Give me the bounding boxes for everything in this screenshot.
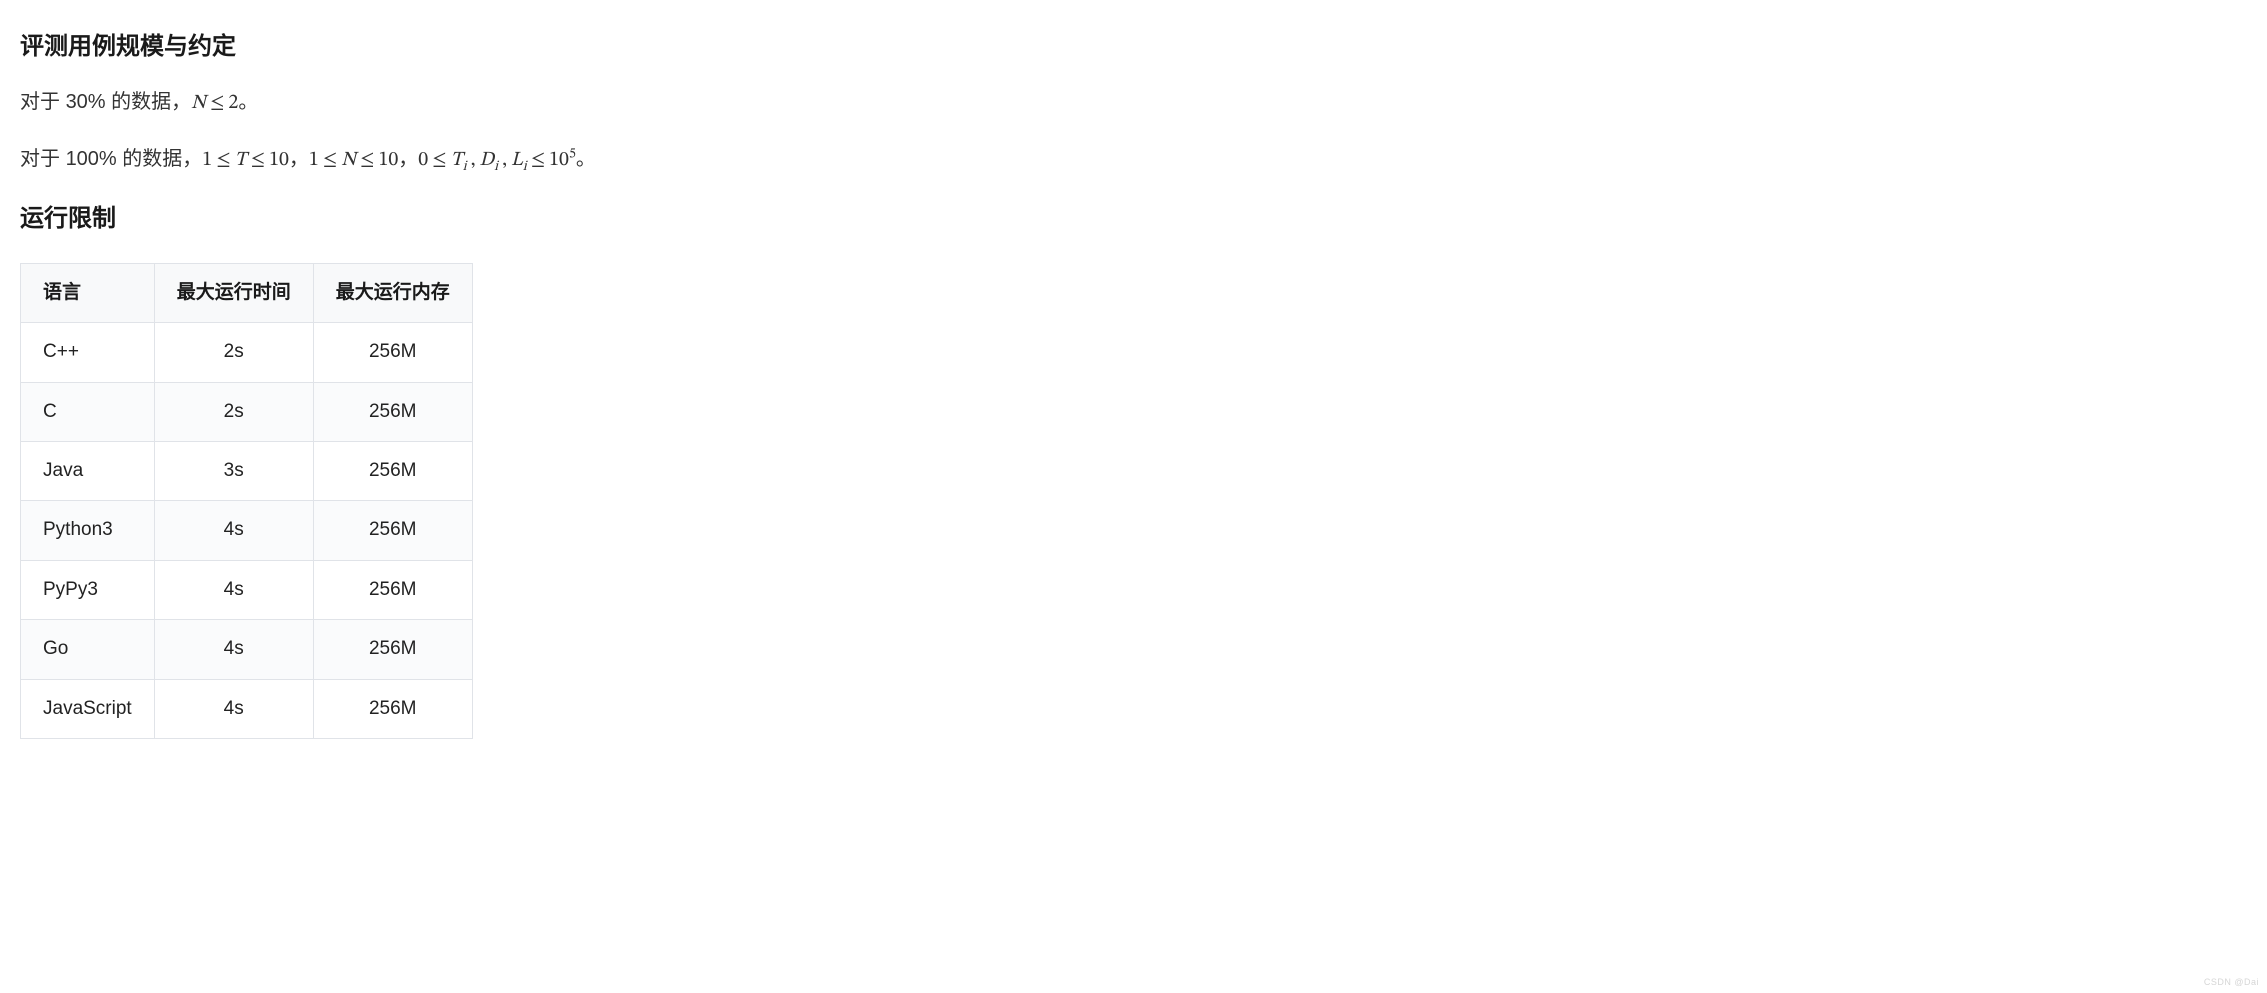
op: ≤ xyxy=(247,150,269,170)
text: 。 xyxy=(576,148,596,170)
percent: 100% xyxy=(66,148,117,170)
table-row: Java 3s 256M xyxy=(21,441,473,500)
constraint-line-100: 对于 100% 的数据，1≤T≤10，1≤N≤10，0≤Ti,Di,Li≤105… xyxy=(20,143,2247,176)
cell-time: 4s xyxy=(154,620,313,679)
text: ， xyxy=(289,148,309,170)
num: 10 xyxy=(378,150,398,170)
table-row: PyPy3 4s 256M xyxy=(21,560,473,619)
table-row: Go 4s 256M xyxy=(21,620,473,679)
cell-lang: C xyxy=(21,382,155,441)
cell-lang: Java xyxy=(21,441,155,500)
text: 的数据， xyxy=(106,91,192,113)
cell-mem: 256M xyxy=(313,382,472,441)
section-heading-limits: 运行限制 xyxy=(20,200,2247,238)
text: 对于 xyxy=(20,91,66,113)
cell-time: 3s xyxy=(154,441,313,500)
section-heading-constraints: 评测用例规模与约定 xyxy=(20,28,2247,66)
table-row: JavaScript 4s 256M xyxy=(21,679,473,738)
table-row: C 2s 256M xyxy=(21,382,473,441)
cell-lang: JavaScript xyxy=(21,679,155,738)
cell-lang: C++ xyxy=(21,323,155,382)
var: N xyxy=(341,150,356,170)
var: T xyxy=(235,150,247,170)
op: ≤ xyxy=(356,150,378,170)
math-expr: N≤2 xyxy=(191,93,238,113)
comma: , xyxy=(467,150,480,170)
op: ≤ xyxy=(527,150,549,170)
cell-mem: 256M xyxy=(313,679,472,738)
cell-time: 2s xyxy=(154,382,313,441)
limits-table: 语言 最大运行时间 最大运行内存 C++ 2s 256M C 2s 256M J… xyxy=(20,263,473,739)
cell-mem: 256M xyxy=(313,620,472,679)
num: 105 xyxy=(549,150,576,170)
num: 0 xyxy=(418,150,428,170)
cell-mem: 256M xyxy=(313,560,472,619)
op: ≤ xyxy=(428,150,450,170)
num: 2 xyxy=(228,93,238,113)
text: 的数据， xyxy=(117,148,203,170)
cell-lang: Python3 xyxy=(21,501,155,560)
watermark: CSDN @Dai xyxy=(2204,975,2259,989)
op: ≤ xyxy=(319,150,341,170)
cell-mem: 256M xyxy=(313,441,472,500)
table-header-row: 语言 最大运行时间 最大运行内存 xyxy=(21,263,473,322)
var: Ti xyxy=(451,150,467,170)
num: 10 xyxy=(269,150,289,170)
cell-time: 2s xyxy=(154,323,313,382)
cell-time: 4s xyxy=(154,679,313,738)
text: 。 xyxy=(238,91,258,113)
math-expr: 1≤T≤10 xyxy=(202,150,289,170)
text: ， xyxy=(398,148,418,170)
col-lang: 语言 xyxy=(21,263,155,322)
percent: 30% xyxy=(66,91,106,113)
constraint-line-30: 对于 30% 的数据，N≤2。 xyxy=(20,86,2247,119)
op: ≤ xyxy=(206,93,228,113)
cell-lang: PyPy3 xyxy=(21,560,155,619)
table-row: C++ 2s 256M xyxy=(21,323,473,382)
var: N xyxy=(191,93,206,113)
var: Li xyxy=(511,150,527,170)
math-expr: 1≤N≤10 xyxy=(309,150,398,170)
num: 1 xyxy=(309,150,319,170)
table-row: Python3 4s 256M xyxy=(21,501,473,560)
num: 1 xyxy=(202,150,212,170)
comma: , xyxy=(498,150,511,170)
math-expr: 0≤Ti,Di,Li≤105 xyxy=(418,150,576,170)
cell-mem: 256M xyxy=(313,501,472,560)
cell-time: 4s xyxy=(154,560,313,619)
col-time: 最大运行时间 xyxy=(154,263,313,322)
cell-mem: 256M xyxy=(313,323,472,382)
cell-time: 4s xyxy=(154,501,313,560)
var: Di xyxy=(480,150,499,170)
col-mem: 最大运行内存 xyxy=(313,263,472,322)
op: ≤ xyxy=(212,150,234,170)
text: 对于 xyxy=(20,148,66,170)
cell-lang: Go xyxy=(21,620,155,679)
